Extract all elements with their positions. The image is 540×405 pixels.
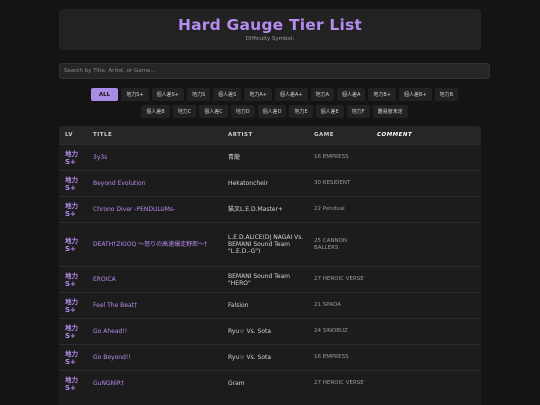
filter-button[interactable]: 地力S xyxy=(186,88,211,101)
song-artist: BEMANI Sound Team "HERO" xyxy=(228,272,291,287)
level-grade: S+ xyxy=(65,244,76,253)
level-cell: 地力 S+ xyxy=(59,298,93,314)
level-cell: 地力 S+ xyxy=(59,272,93,288)
tier-table: LV TITLE ARTIST GAME COMMENT 地力 S+ 3y3s 青龍 1… xyxy=(59,126,481,405)
level-grade: S+ xyxy=(65,383,76,392)
level-kanji: 地力 xyxy=(65,236,78,245)
table-row[interactable]: 地力 S+ Go Ahead!! Ryu☆ Vs. Sota 24 SINOBUZ xyxy=(59,318,481,344)
level-kanji: 地力 xyxy=(65,149,78,158)
level-grade: S+ xyxy=(65,183,76,192)
level-cell: 地力 S+ xyxy=(59,324,93,340)
table-row[interactable]: 地力 S+ GuNGNiR† Gram 27 HEROIC VERSE xyxy=(59,370,481,396)
song-artist: Gram xyxy=(228,380,245,387)
song-title[interactable]: Chrono Diver -PENDULUMs- xyxy=(93,206,228,214)
level-cell: 地力 S+ xyxy=(59,150,93,166)
column-header-artist[interactable]: ARTIST xyxy=(228,132,314,138)
column-header-game[interactable]: GAME xyxy=(314,132,377,138)
song-artist: Ryu☆ Vs. Sota xyxy=(228,354,272,361)
filter-button[interactable]: 地力B xyxy=(434,88,459,101)
page-title: Hard Gauge Tier List xyxy=(177,16,363,34)
level-kanji: 地力 xyxy=(65,271,78,280)
filter-button[interactable]: ALL xyxy=(90,88,119,101)
column-header-lv[interactable]: LV xyxy=(59,132,93,138)
column-header-comment[interactable]: COMMENT xyxy=(377,132,481,138)
table-body: 地力 S+ 3y3s 青龍 16 EMPRESS 地力 S+ Beyond Evolution… xyxy=(59,144,481,396)
filter-button[interactable]: 個人差C xyxy=(199,105,228,118)
filter-button[interactable]: 地力B+ xyxy=(368,88,397,101)
level-cell: 地力 S+ xyxy=(59,376,93,392)
song-game: 27 HEROIC VERSE xyxy=(314,276,364,282)
filter-button[interactable]: 個人差D xyxy=(257,105,287,118)
level-grade: S+ xyxy=(65,331,76,340)
page-header: Hard Gauge Tier List Difficulty Symbol: xyxy=(59,9,481,50)
table-row[interactable]: 地力 S+ Beyond Evolution Hekatoncheir 30 RESID… xyxy=(59,170,481,196)
table-row[interactable]: 地力 S+ Feel The Beat† Falsion 21 SPADA xyxy=(59,292,481,318)
level-kanji: 地力 xyxy=(65,297,78,306)
level-kanji: 地力 xyxy=(65,323,78,332)
difficulty-symbol-label: Difficulty Symbol: xyxy=(245,36,295,42)
filter-button[interactable]: 個人差S+ xyxy=(151,88,184,101)
song-game: 22 Pendual xyxy=(314,206,345,212)
table-row[interactable]: 地力 S+ Chrono Diver -PENDULUMs- 猫叉L.E.D.Mast… xyxy=(59,196,481,222)
song-title[interactable]: Beyond Evolution xyxy=(93,180,228,188)
filter-button[interactable]: 地力A+ xyxy=(244,88,272,101)
level-cell: 地力 S+ xyxy=(59,237,93,253)
level-kanji: 地力 xyxy=(65,375,78,384)
song-title[interactable]: EROICA xyxy=(93,276,228,284)
column-header-title[interactable]: TITLE xyxy=(93,132,228,138)
filter-button[interactable]: 個人差S xyxy=(213,88,242,101)
filter-button[interactable]: 地力E xyxy=(289,105,313,118)
song-game: 16 EMPRESS xyxy=(314,154,349,160)
song-artist: L.E.D.ALiCE(DJ NAGAI Vs. BEMANI Sound Te… xyxy=(228,234,304,255)
level-kanji: 地力 xyxy=(65,349,78,358)
song-game: 24 SINOBUZ xyxy=(314,328,348,334)
filter-row-1: ALL 地力S+ 個人差S+ 地力S 個人差S 地力A+ 個人差A+ 地力A 個人差A 地力B+ 個… xyxy=(59,88,490,101)
filter-button[interactable]: 個人差B xyxy=(141,105,170,118)
level-grade: S+ xyxy=(65,357,76,366)
level-kanji: 地力 xyxy=(65,201,78,210)
song-game: 27 HEROIC VERSE xyxy=(314,380,364,386)
filter-button[interactable]: 地力C xyxy=(172,105,197,118)
song-artist: 猫叉L.E.D.Master+ xyxy=(228,206,283,213)
level-grade: S+ xyxy=(65,209,76,218)
song-title[interactable]: Go Beyond!! xyxy=(93,354,228,362)
song-artist: Falsion xyxy=(228,302,249,309)
level-cell: 地力 S+ xyxy=(59,350,93,366)
song-title[interactable]: Feel The Beat† xyxy=(93,302,228,310)
filter-button[interactable]: 地力S+ xyxy=(121,88,149,101)
level-grade: S+ xyxy=(65,157,76,166)
filter-button[interactable]: 地力D xyxy=(230,105,255,118)
song-title[interactable]: 3y3s xyxy=(93,154,228,162)
level-kanji: 地力 xyxy=(65,175,78,184)
filter-button[interactable]: 個人差A+ xyxy=(274,88,308,101)
filter-row-2: 個人差B 地力C 個人差C 地力D 個人差D 地力E 個人差E 地力F 難易度未定 xyxy=(59,105,490,118)
table-row[interactable]: 地力 S+ Go Beyond!! Ryu☆ Vs. Sota 16 EMPRESS xyxy=(59,344,481,370)
filter-button[interactable]: 個人差B+ xyxy=(399,88,432,101)
song-title[interactable]: GuNGNiR† xyxy=(93,380,228,388)
level-grade: S+ xyxy=(65,279,76,288)
song-artist: Hekatoncheir xyxy=(228,180,269,187)
filter-button[interactable]: 難易度未定 xyxy=(372,105,408,118)
filter-button[interactable]: 個人差E xyxy=(315,105,344,118)
song-game: 21 SPADA xyxy=(314,302,341,308)
level-cell: 地力 S+ xyxy=(59,176,93,192)
table-header: LV TITLE ARTIST GAME COMMENT xyxy=(59,126,481,144)
song-game: 16 EMPRESS xyxy=(314,354,349,360)
song-title[interactable]: DEATH†ZIGOQ ～怒りの高速爆走野郎～† xyxy=(93,241,228,249)
filter-button[interactable]: 地力F xyxy=(346,105,370,118)
song-artist: 青龍 xyxy=(228,154,241,161)
table-row[interactable]: 地力 S+ DEATH†ZIGOQ ～怒りの高速爆走野郎～† L.E.D.ALiCE(… xyxy=(59,222,481,266)
filter-bar: ALL 地力S+ 個人差S+ 地力S 個人差S 地力A+ 個人差A+ 地力A 個人差A 地力B+ 個… xyxy=(59,88,490,122)
song-game: 25 CANNON BALLERS xyxy=(314,237,348,251)
table-row[interactable]: 地力 S+ EROICA BEMANI Sound Team "HERO" 27 HER… xyxy=(59,266,481,292)
song-artist: Ryu☆ Vs. Sota xyxy=(228,328,272,335)
level-cell: 地力 S+ xyxy=(59,202,93,218)
filter-button[interactable]: 個人差A xyxy=(336,88,366,101)
filter-button[interactable]: 地力A xyxy=(310,88,334,101)
search-input[interactable] xyxy=(59,63,490,79)
song-game: 30 RESIDENT xyxy=(314,180,351,186)
table-row[interactable]: 地力 S+ 3y3s 青龍 16 EMPRESS xyxy=(59,144,481,170)
level-grade: S+ xyxy=(65,305,76,314)
song-title[interactable]: Go Ahead!! xyxy=(93,328,228,336)
